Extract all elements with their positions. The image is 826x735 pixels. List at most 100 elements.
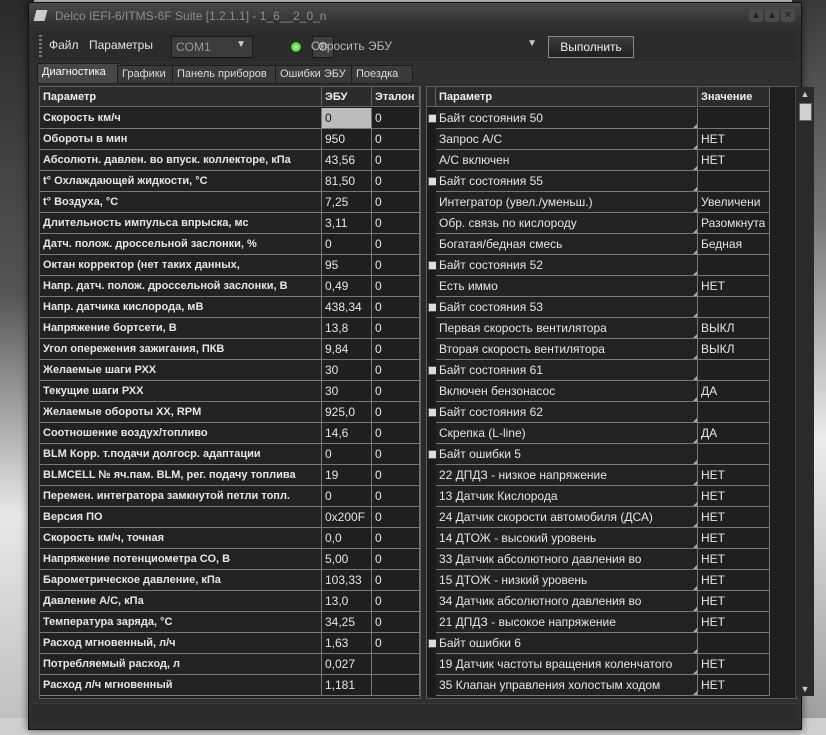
table-row[interactable]: 33 Датчик абсолютного давления во НЕТ (427, 549, 770, 570)
flag-value[interactable]: Увеличени (698, 192, 770, 213)
flag-value[interactable] (698, 402, 770, 423)
table-row[interactable]: 15 ДТОЖ - низкий уровень НЕТ (427, 570, 770, 591)
maximize-icon[interactable]: ▲ (765, 9, 779, 22)
flag-value[interactable]: НЕТ (698, 654, 770, 675)
ecu-value[interactable]: 1,63 (322, 633, 372, 654)
collapse-icon[interactable] (428, 177, 436, 186)
table-row[interactable]: Потребляемый расход, л 0,027 (40, 654, 420, 675)
flag-value[interactable]: НЕТ (698, 591, 770, 612)
flag-value[interactable]: НЕТ (698, 465, 770, 486)
table-row[interactable]: Байт состояния 62 (427, 402, 770, 423)
ref-value[interactable]: 0 (372, 108, 420, 129)
ecu-value[interactable]: 0 (322, 444, 372, 465)
flag-value[interactable]: НЕТ (698, 150, 770, 171)
table-row[interactable]: Скорость км/ч 0 0 (40, 108, 420, 129)
table-row[interactable]: Соотношение воздух/топливо 14,6 0 (40, 423, 420, 444)
tab-trip[interactable]: Поездка (351, 65, 413, 84)
collapse-icon[interactable] (428, 366, 436, 375)
table-row[interactable]: Скорость км/ч, точная 0,0 0 (40, 528, 420, 549)
ecu-value[interactable]: 9,84 (322, 339, 372, 360)
column-header-value[interactable]: Значение (698, 87, 770, 107)
ecu-value[interactable]: 0 (322, 234, 372, 255)
table-row[interactable]: 35 Клапан управления холостым ходом НЕТ (427, 675, 770, 696)
table-row[interactable]: Абсолютн. давлен. во впуск. коллекторе, … (40, 150, 420, 171)
ref-value[interactable]: 0 (372, 591, 420, 612)
flag-value[interactable] (698, 108, 770, 129)
table-row[interactable]: Богатая/бедная смесь Бедная (427, 234, 770, 255)
ref-value[interactable]: 0 (372, 528, 420, 549)
tab-graphs[interactable]: Графики (117, 65, 173, 84)
ref-value[interactable]: 0 (372, 276, 420, 297)
table-row[interactable]: Длительность импульса впрыска, мс 3,11 0 (40, 213, 420, 234)
ref-value[interactable]: 0 (372, 171, 420, 192)
table-row[interactable]: Барометрическое давление, кПа 103,33 0 (40, 570, 420, 591)
ref-value[interactable]: 0 (372, 612, 420, 633)
table-row[interactable]: Включен бензонасос ДА (427, 381, 770, 402)
table-row[interactable]: Октан корректор (нет таких данных, 95 0 (40, 255, 420, 276)
minimize-icon[interactable]: ▲ (749, 9, 763, 22)
table-row[interactable]: t° Охлаждающей жидкости, °С 81,50 0 (40, 171, 420, 192)
vertical-scrollbar[interactable]: ▲ ▼ (795, 87, 814, 696)
port-select[interactable]: COM1 ▼ (171, 36, 253, 58)
flag-value[interactable]: ВЫКЛ (698, 339, 770, 360)
table-row[interactable]: Байт ошибки 5 (427, 444, 770, 465)
collapse-icon[interactable] (428, 450, 436, 459)
flag-value[interactable]: НЕТ (698, 528, 770, 549)
table-row[interactable]: Желаемые обороты ХХ, RPM 925,0 0 (40, 402, 420, 423)
ecu-value[interactable]: 0,0 (322, 528, 372, 549)
table-row[interactable]: Байт состояния 53 (427, 297, 770, 318)
ecu-value[interactable]: 7,25 (322, 192, 372, 213)
table-row[interactable]: Вторая скорость вентилятора ВЫКЛ (427, 339, 770, 360)
ecu-value[interactable]: 0x200F (322, 507, 372, 528)
toolbar-grip[interactable] (39, 35, 42, 57)
ref-value[interactable]: 0 (372, 465, 420, 486)
flag-value[interactable]: НЕТ (698, 507, 770, 528)
table-row[interactable]: Скрепка (L-line) ДА (427, 423, 770, 444)
table-row[interactable]: Расход л/ч мгновенный 1,181 (40, 675, 420, 696)
table-row[interactable]: Перемен. интегратора замкнутой петли топ… (40, 486, 420, 507)
ref-value[interactable]: 0 (372, 444, 420, 465)
execute-button[interactable]: Выполнить (548, 36, 634, 58)
table-row[interactable]: 22 ДПДЗ - низкое напряжение НЕТ (427, 465, 770, 486)
flag-value[interactable]: НЕТ (698, 549, 770, 570)
scroll-down-icon[interactable]: ▼ (796, 682, 814, 696)
flag-value[interactable]: Разомкнута (698, 213, 770, 234)
ecu-value[interactable]: 81,50 (322, 171, 372, 192)
ref-value[interactable]: 0 (372, 402, 420, 423)
column-header-param[interactable]: Параметр (436, 87, 698, 107)
table-row[interactable]: Первая скорость вентилятора ВЫКЛ (427, 318, 770, 339)
tab-dashboard[interactable]: Панель приборов (172, 65, 276, 84)
flag-value[interactable] (698, 297, 770, 318)
table-row[interactable]: Версия ПО 0x200F 0 (40, 507, 420, 528)
flag-value[interactable] (698, 360, 770, 381)
close-icon[interactable]: ✕ (781, 9, 795, 22)
flag-value[interactable]: НЕТ (698, 570, 770, 591)
scroll-thumb[interactable] (799, 103, 812, 121)
tab-ecu-errors[interactable]: Ошибки ЭБУ (275, 65, 353, 84)
collapse-icon[interactable] (428, 408, 436, 417)
table-row[interactable]: Напряжение потенциометра СО, В 5,00 0 (40, 549, 420, 570)
ecu-value[interactable]: 103,33 (322, 570, 372, 591)
table-row[interactable]: BLM Корр. т.подачи долгоср. адаптации 0 0 (40, 444, 420, 465)
collapse-icon[interactable] (428, 261, 436, 270)
ref-value[interactable]: 0 (372, 213, 420, 234)
flag-value[interactable] (698, 255, 770, 276)
flag-value[interactable]: НЕТ (698, 486, 770, 507)
table-row[interactable]: 24 Датчик скорости автомобиля (ДСА) НЕТ (427, 507, 770, 528)
ref-value[interactable] (372, 675, 420, 696)
table-row[interactable]: Есть иммо НЕТ (427, 276, 770, 297)
ref-value[interactable]: 0 (372, 255, 420, 276)
table-row[interactable]: Желаемые шаги РХХ 30 0 (40, 360, 420, 381)
ref-value[interactable]: 0 (372, 318, 420, 339)
table-row[interactable]: Байт состояния 52 (427, 255, 770, 276)
flag-value[interactable]: Бедная (698, 234, 770, 255)
flag-value[interactable]: ВЫКЛ (698, 318, 770, 339)
menu-params[interactable]: Параметры (89, 38, 153, 52)
column-header-ecu[interactable]: ЭБУ (322, 87, 372, 107)
table-row[interactable]: Обороты в мин 950 0 (40, 129, 420, 150)
ecu-value[interactable]: 95 (322, 255, 372, 276)
table-row[interactable]: Байт состояния 50 (427, 108, 770, 129)
ecu-value[interactable]: 438,34 (322, 297, 372, 318)
table-row[interactable]: А/С включен НЕТ (427, 150, 770, 171)
tab-diagnostics[interactable]: Диагностика (37, 63, 121, 84)
